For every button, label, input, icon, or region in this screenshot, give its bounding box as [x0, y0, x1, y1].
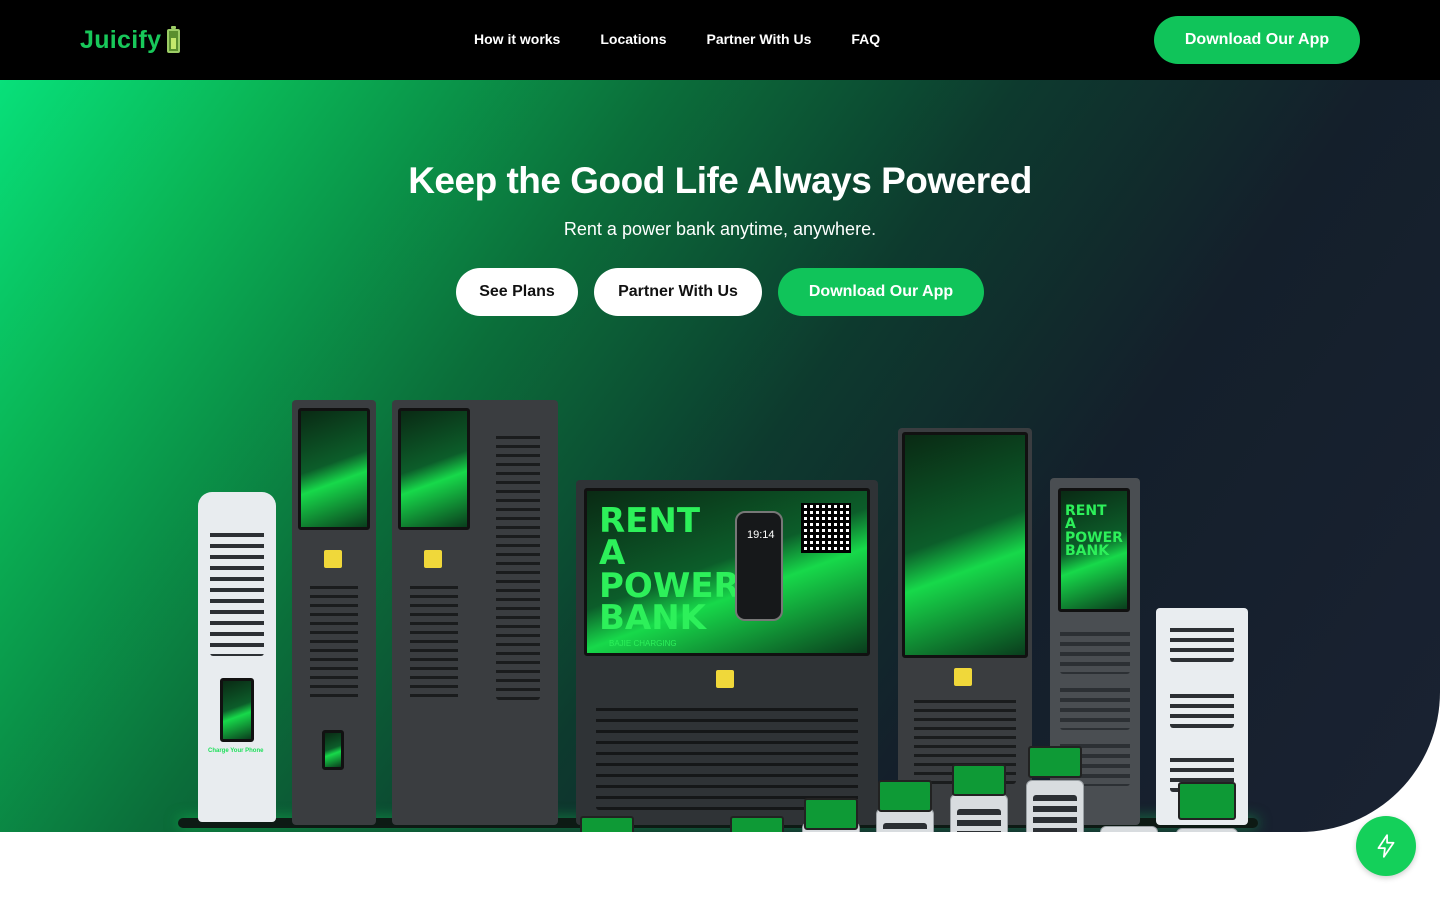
white-slim-kiosk: Charge Your Phone: [198, 492, 276, 822]
brand-caption: BAJIE CHARGING: [609, 639, 677, 648]
central-kiosk: RENT A POWER BANK 19:14 BAJIE CHARGING: [576, 480, 878, 825]
hero-subtitle: Rent a power bank anytime, anywhere.: [563, 219, 877, 239]
brand-name: Juicify: [80, 26, 162, 54]
tall-kiosk-2: [392, 400, 558, 825]
central-kiosk-screen: RENT A POWER BANK 19:14 BAJIE CHARGING: [584, 488, 870, 656]
download-app-button[interactable]: Download Our App: [1154, 16, 1360, 64]
brand-logo[interactable]: Juicify: [80, 25, 181, 55]
nav-link-partner[interactable]: Partner With Us: [706, 31, 811, 47]
see-plans-button[interactable]: See Plans: [456, 268, 578, 316]
main-nav: How it works Locations Partner With Us F…: [474, 31, 920, 47]
slim-kiosk-label: Charge Your Phone: [208, 748, 264, 754]
top-nav-bar: Juicify How it works Locations Partner W…: [0, 0, 1440, 80]
power-station: [1176, 828, 1238, 832]
hero-title: Keep the Good Life Always Powered: [408, 160, 1032, 201]
lightning-icon: [1377, 834, 1395, 858]
floating-action-button[interactable]: [1356, 816, 1416, 876]
tall-kiosk-1: [292, 400, 376, 825]
qr-code: [801, 503, 851, 553]
nav-link-locations[interactable]: Locations: [600, 31, 666, 47]
power-station: [950, 794, 1008, 832]
partner-with-us-button[interactable]: Partner With Us: [594, 268, 762, 316]
hero-download-app-button[interactable]: Download Our App: [778, 268, 984, 316]
rent-power-bank-text: RENT A POWER BANK: [599, 501, 740, 638]
side-kiosk-screen: RENT A POWER BANK: [1058, 488, 1130, 612]
power-station: [1100, 826, 1158, 832]
hero-section: Keep the Good Life Always Powered Rent a…: [0, 80, 1440, 832]
nav-link-faq[interactable]: FAQ: [851, 31, 880, 47]
nav-link-how-it-works[interactable]: How it works: [474, 31, 560, 47]
power-station: [1026, 780, 1084, 832]
kiosk-illustration: Charge Your Phone RENT A POWER BANK 19:1…: [170, 330, 1280, 832]
battery-icon: [167, 25, 181, 53]
